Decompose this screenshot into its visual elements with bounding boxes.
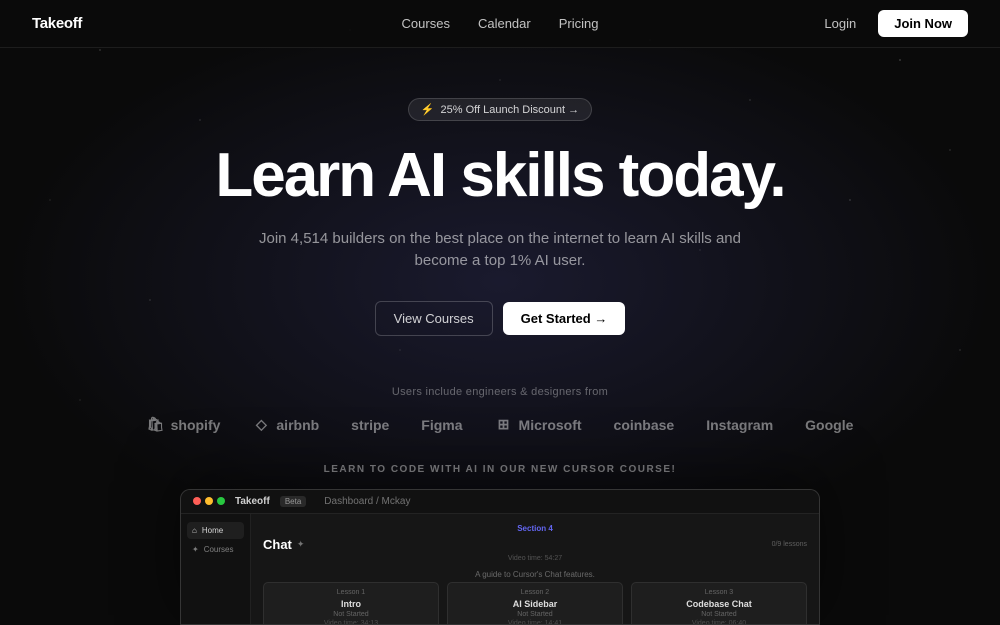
db-lessons-row: Lesson 1 Intro Not Started Video time: 3… [263, 582, 807, 625]
home-icon: ⌂ [192, 526, 197, 535]
lesson-badge-1: Lesson 1 [272, 589, 430, 596]
logo-instagram: Instagram [706, 417, 773, 433]
lesson-card-2[interactable]: Lesson 2 AI Sidebar Not Started Video ti… [447, 582, 623, 625]
nav-actions: Login Join Now [814, 10, 968, 37]
lesson-badge-2: Lesson 2 [456, 589, 614, 596]
logo-shopify: 🛍 shopify [147, 416, 221, 434]
nav-logo: Takeoff [32, 15, 82, 32]
nav-link-courses[interactable]: Courses [402, 16, 450, 31]
db-logo: Takeoff [235, 496, 270, 507]
nav-link-pricing[interactable]: Pricing [559, 16, 599, 31]
hero-ctas: View Courses Get Started → [375, 301, 626, 336]
logo-google: Google [805, 417, 853, 433]
db-beta-badge: Beta [280, 496, 306, 507]
lesson-badge-3: Lesson 3 [640, 589, 798, 596]
logo-figma: Figma [421, 417, 462, 433]
lesson-status-1: Not Started [272, 611, 430, 618]
lesson-status-3: Not Started [640, 611, 798, 618]
get-started-button[interactable]: Get Started → [503, 302, 626, 335]
lesson-count: 0/9 lessons [772, 541, 807, 548]
lightning-icon: ⚡ [421, 103, 435, 116]
lesson-card-1[interactable]: Lesson 1 Intro Not Started Video time: 3… [263, 582, 439, 625]
shopify-icon: 🛍 [147, 416, 165, 434]
logo-airbnb: ◇ airbnb [252, 416, 319, 434]
traffic-lights [193, 497, 225, 505]
figma-label: Figma [421, 417, 462, 433]
minimize-button-traffic [205, 497, 213, 505]
db-breadcrumb: Dashboard / Mckay [324, 496, 410, 507]
hero-title: Learn AI skills today. [215, 143, 784, 210]
microsoft-icon: ⊞ [495, 416, 513, 434]
coinbase-label: coinbase [614, 417, 675, 433]
view-courses-button[interactable]: View Courses [375, 301, 493, 336]
login-button[interactable]: Login [814, 10, 866, 37]
logos-label: Users include engineers & designers from [0, 386, 1000, 398]
logo-stripe: stripe [351, 417, 389, 433]
lesson-meta-2: Video time: 14:41 [456, 620, 614, 625]
sidebar-item-home[interactable]: ⌂ Home [187, 522, 244, 539]
cursor-course-label: LEARN TO CODE WITH AI IN OUR NEW CURSOR … [0, 464, 1000, 475]
dashboard-body: ⌂ Home ✦ Courses Section 4 Chat ✦ 0/9 le… [181, 514, 819, 624]
bottom-section: LEARN TO CODE WITH AI IN OUR NEW CURSOR … [0, 464, 1000, 625]
logos-row: 🛍 shopify ◇ airbnb stripe Figma ⊞ Micros… [0, 416, 1000, 434]
dashboard-topbar: Takeoff Beta Dashboard / Mckay [181, 490, 819, 514]
chat-icon: ✦ [297, 539, 305, 550]
lesson-meta-1: Video time: 34:13 [272, 620, 430, 625]
courses-label: Courses [204, 545, 234, 554]
nav-links: Courses Calendar Pricing [402, 16, 599, 31]
db-main-content: Section 4 Chat ✦ 0/9 lessons Video time:… [251, 514, 819, 624]
lesson-name-2: AI Sidebar [456, 599, 614, 609]
google-label: Google [805, 417, 853, 433]
lesson-name-3: Codebase Chat [640, 599, 798, 609]
lesson-status-2: Not Started [456, 611, 614, 618]
logos-section: Users include engineers & designers from… [0, 386, 1000, 434]
home-label: Home [202, 526, 223, 535]
join-now-button[interactable]: Join Now [878, 10, 968, 37]
badge-text: 25% Off Launch Discount → [441, 104, 580, 116]
lesson-card-3[interactable]: Lesson 3 Codebase Chat Not Started Video… [631, 582, 807, 625]
dashboard-preview: Takeoff Beta Dashboard / Mckay ⌂ Home ✦ … [180, 489, 820, 625]
db-chat-title: Chat ✦ 0/9 lessons [263, 537, 807, 552]
discount-badge[interactable]: ⚡ 25% Off Launch Discount → [408, 98, 592, 121]
close-button-traffic [193, 497, 201, 505]
hero-section: ⚡ 25% Off Launch Discount → Learn AI ski… [0, 48, 1000, 396]
maximize-button-traffic [217, 497, 225, 505]
db-video-meta: Video time: 54:27 [263, 555, 807, 562]
shopify-label: shopify [171, 417, 221, 433]
stripe-label: stripe [351, 417, 389, 433]
lesson-meta-3: Video time: 06:40 [640, 620, 798, 625]
airbnb-icon: ◇ [252, 416, 270, 434]
db-sidebar: ⌂ Home ✦ Courses [181, 514, 251, 624]
sidebar-item-courses[interactable]: ✦ Courses [187, 541, 244, 558]
microsoft-label: Microsoft [519, 417, 582, 433]
nav-link-calendar[interactable]: Calendar [478, 16, 531, 31]
db-chat-desc: A guide to Cursor's Chat features. [263, 570, 807, 579]
chat-title-text: Chat [263, 537, 292, 552]
navbar: Takeoff Courses Calendar Pricing Login J… [0, 0, 1000, 48]
logo-coinbase: coinbase [614, 417, 675, 433]
lesson-name-1: Intro [272, 599, 430, 609]
instagram-label: Instagram [706, 417, 773, 433]
db-section-label: Section 4 [263, 524, 807, 533]
airbnb-label: airbnb [276, 417, 319, 433]
courses-icon: ✦ [192, 545, 199, 554]
logo-microsoft: ⊞ Microsoft [495, 416, 582, 434]
hero-subtitle: Join 4,514 builders on the best place on… [250, 228, 750, 273]
